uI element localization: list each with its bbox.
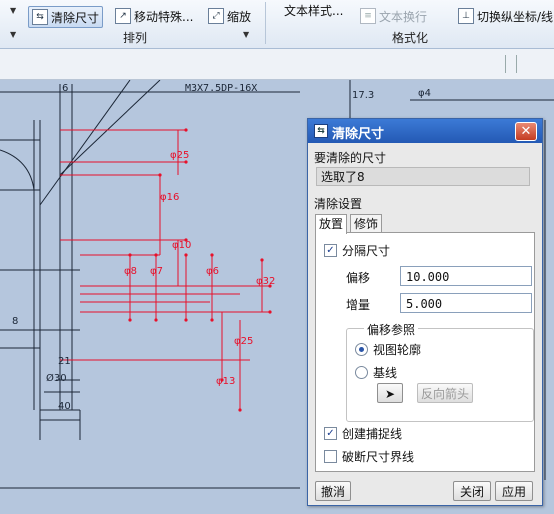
apply-button[interactable]: 应用 (495, 481, 533, 501)
tab-placement[interactable]: 放置 (315, 214, 348, 234)
toolbar-strip (0, 49, 554, 80)
clear-dimension-icon: ⇆ (32, 9, 48, 25)
radio-unselected-icon (355, 366, 368, 379)
dim-label: Ø30 (46, 373, 67, 384)
dim-label: φ25 (170, 150, 190, 161)
dialog-title: 清除尺寸 (332, 127, 385, 142)
separate-dims-checkbox[interactable]: ✓ 分隔尺寸 (324, 242, 390, 259)
close-icon[interactable]: ✕ (515, 122, 537, 141)
dim-label: φ13 (216, 376, 236, 387)
toggle-ordinate-button[interactable]: ⊥ 切换纵坐标/线 (458, 6, 553, 26)
toggle-ordinate-label: 切换纵坐标/线 (477, 9, 554, 24)
unchecked-box-icon (324, 450, 337, 463)
dim-label: 40 (58, 401, 71, 412)
offset-input[interactable]: 10.000 (400, 266, 532, 286)
select-reference-button[interactable]: ➤ (377, 383, 403, 403)
dim-label: φ32 (256, 276, 276, 287)
dim-label: φ7 (150, 266, 163, 277)
ribbon-separator (265, 2, 266, 44)
zoom-label: 缩放 (227, 9, 252, 24)
move-special-label: 移动特殊... (134, 9, 194, 24)
group-format-label: 格式化 (392, 31, 429, 45)
text-wrap-button[interactable]: ≡ 文本换行 (360, 6, 427, 26)
clear-dimension-label: 清除尺寸 (51, 10, 100, 25)
dialog-app-icon: ⇆ (314, 124, 328, 138)
dim-label: φ16 (160, 192, 180, 203)
zoom-button[interactable]: ⤢ 缩放 (208, 6, 251, 26)
note-text: M3X7.5DP-16X (185, 83, 258, 94)
break-witness-lines-checkbox[interactable]: 破断尺寸界线 (324, 448, 414, 465)
radio-selected-icon (355, 343, 368, 356)
zoom-icon: ⤢ (208, 8, 224, 24)
break-witness-lines-label: 破断尺寸界线 (342, 450, 415, 464)
toggle-ordinate-icon: ⊥ (458, 8, 474, 24)
dim-label: φ25 (234, 336, 254, 347)
text-wrap-label: 文本换行 (379, 9, 428, 24)
ribbon: ▼ ⇆ 清除尺寸 ↗ 移动特殊... ⤢ 缩放 排列 ▼ ▼ 文本样式... ≡… (0, 0, 554, 49)
chevron-down-icon[interactable]: ▼ (10, 6, 16, 15)
splitter-handle[interactable] (505, 55, 517, 73)
increment-label: 增量 (346, 298, 371, 312)
move-special-icon: ↗ (115, 8, 131, 24)
checkmark-icon: ✓ (324, 244, 337, 257)
radio-baseline[interactable]: 基线 (355, 364, 397, 381)
text-wrap-icon: ≡ (360, 8, 376, 24)
dim-label: φ8 (124, 266, 137, 277)
dim-label: φ4 (418, 88, 431, 99)
selection-field: 选取了8 (316, 167, 530, 186)
dim-label: φ6 (206, 266, 219, 277)
chevron-down-icon[interactable]: ▼ (10, 30, 16, 39)
dim-label: 6 (62, 83, 69, 94)
radio-view-outline[interactable]: 视图轮廓 (355, 341, 421, 358)
close-button[interactable]: 关闭 (453, 481, 491, 501)
create-snap-lines-checkbox[interactable]: ✓ 创建捕捉线 (324, 425, 402, 442)
clear-dimensions-dialog: ⇆ 清除尺寸 ✕ 要清除的尺寸 选取了8 清除设置 放置 修饰 ✓ 分隔尺寸 偏… (307, 118, 543, 506)
increment-input[interactable]: 5.000 (400, 293, 532, 313)
dim-label: 17.3 (352, 90, 375, 101)
offset-reference-group: 偏移参照 视图轮廓 基线 ➤ 反向箭头 (346, 321, 534, 422)
create-snap-lines-label: 创建捕捉线 (342, 427, 403, 441)
group-arrange-label: 排列 (123, 31, 148, 45)
checkmark-icon: ✓ (324, 427, 337, 440)
move-special-button[interactable]: ↗ 移动特殊... (115, 6, 193, 26)
reverse-arrow-button[interactable]: 反向箭头 (417, 383, 473, 403)
clear-settings-label: 清除设置 (314, 197, 363, 211)
offset-label: 偏移 (346, 271, 371, 285)
separate-dims-label: 分隔尺寸 (342, 244, 391, 258)
undo-button[interactable]: 撤消 (315, 481, 351, 501)
dialog-titlebar[interactable]: ⇆ 清除尺寸 ✕ (308, 119, 542, 143)
offset-reference-legend: 偏移参照 (364, 321, 419, 338)
dims-to-clear-label: 要清除的尺寸 (314, 151, 387, 165)
chevron-down-icon[interactable]: ▼ (243, 30, 249, 39)
text-style-label: 文本样式... (284, 3, 344, 18)
placement-panel: ✓ 分隔尺寸 偏移 10.000 增量 5.000 偏移参照 视图轮廓 基线 ➤… (315, 232, 535, 472)
radio-view-outline-label: 视图轮廓 (373, 343, 422, 357)
cursor-arrow-icon: ➤ (384, 387, 396, 401)
tab-cosmetic[interactable]: 修饰 (350, 214, 383, 233)
dim-label: φ10 (172, 240, 192, 251)
dim-label: 8 (12, 316, 19, 327)
radio-baseline-label: 基线 (373, 366, 398, 380)
dim-label: 21 (58, 356, 71, 367)
text-style-button[interactable]: 文本样式... (284, 0, 343, 20)
clear-dimension-button[interactable]: ⇆ 清除尺寸 (28, 6, 104, 28)
